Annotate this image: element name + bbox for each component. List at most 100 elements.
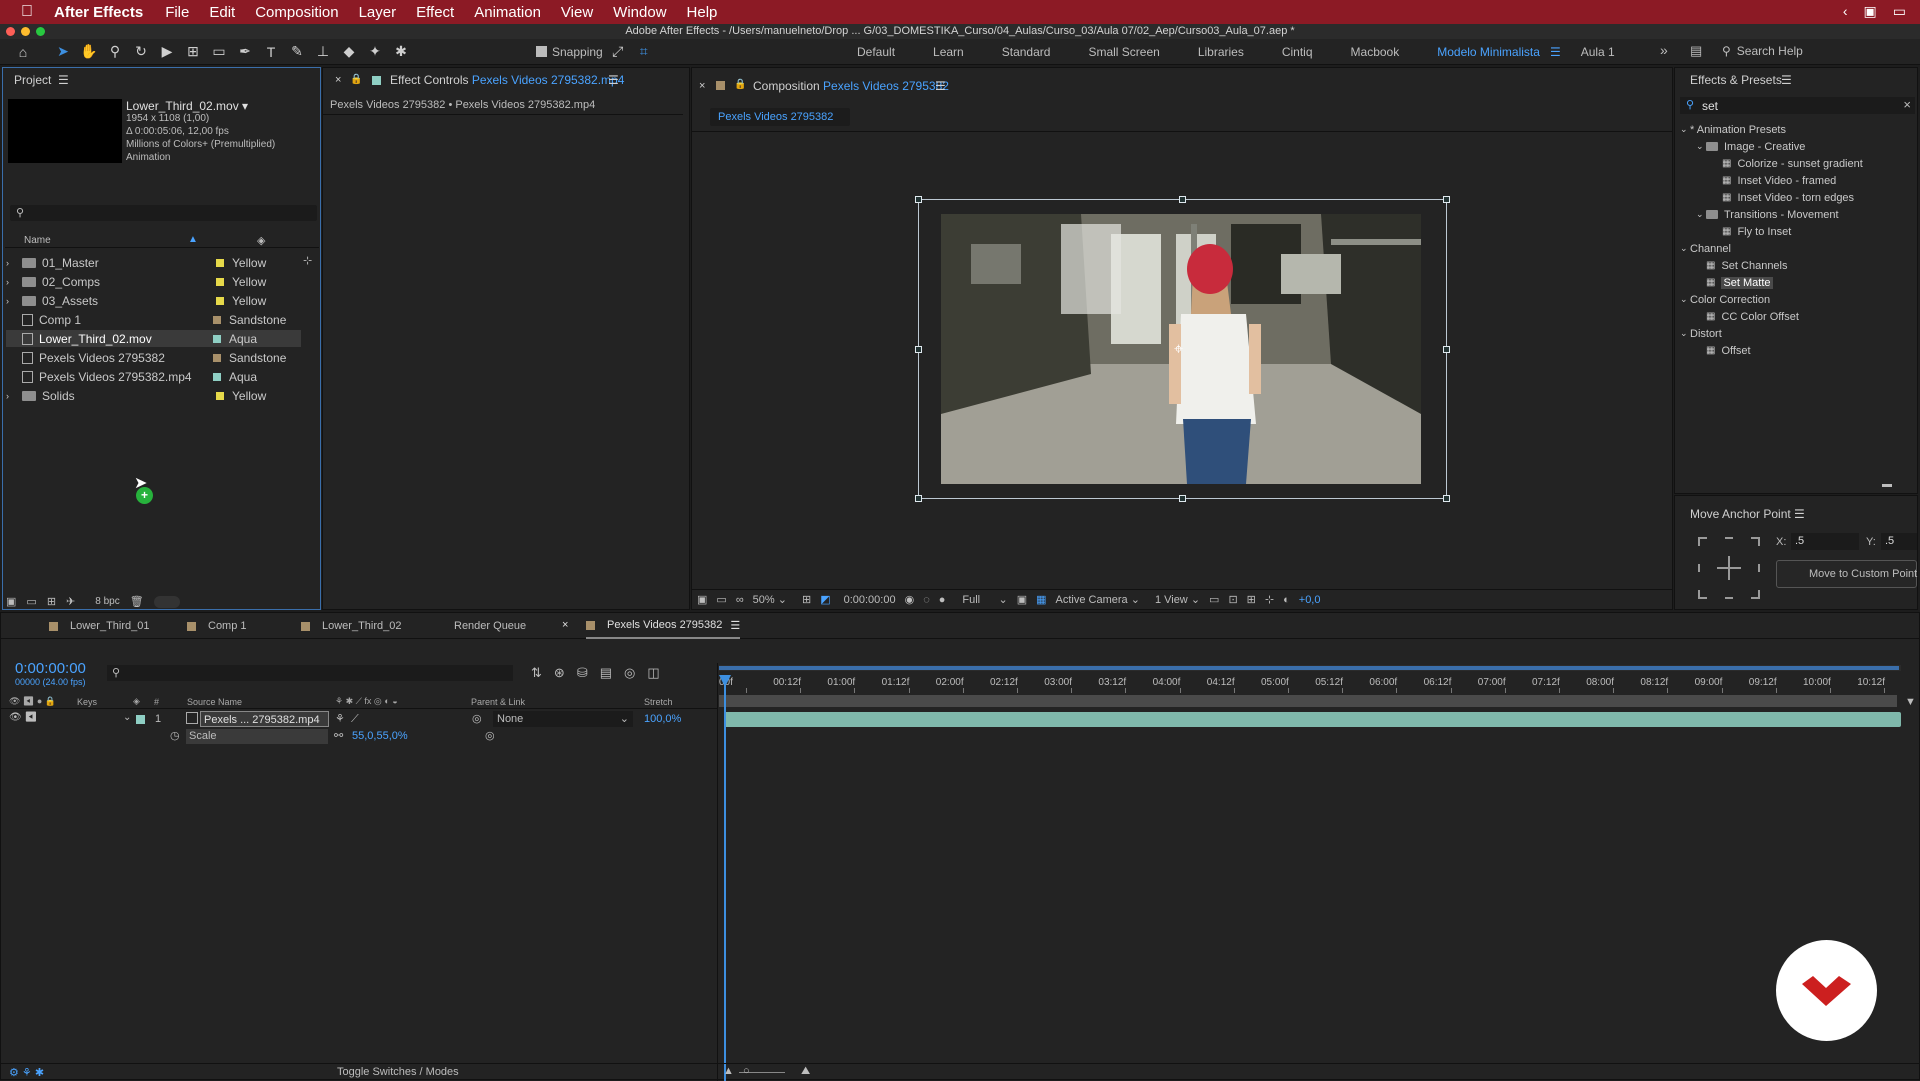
selection-tool-icon[interactable]: ➤ [52, 41, 74, 63]
minimize-window-button[interactable] [21, 27, 30, 36]
transform-handle[interactable] [915, 495, 922, 502]
parent-link-column[interactable]: Parent & Link [471, 697, 525, 707]
camera-tool-icon[interactable]: ▶ [156, 41, 178, 63]
zoom-window-button[interactable] [36, 27, 45, 36]
property-pickwhip-icon[interactable]: ◎ [485, 729, 495, 742]
hand-tool-icon[interactable]: ✋ [78, 41, 100, 63]
menu-view[interactable]: View [551, 4, 603, 21]
layer-label-swatch[interactable] [136, 715, 145, 724]
label-color-swatch[interactable] [216, 391, 224, 400]
effects-tree-item[interactable]: ⌄ Channel [1680, 240, 1731, 257]
snapshot-icon[interactable]: ◉ [905, 593, 915, 606]
monitor-icon[interactable]: ▭ [1893, 3, 1906, 20]
number-column[interactable]: # [154, 697, 159, 707]
effects-tree-item[interactable]: ▦ Colorize - sunset gradient [1712, 155, 1863, 172]
move-anchor-tab[interactable]: Move Anchor Point [1690, 507, 1791, 521]
toggle-pixel-aspect-icon[interactable]: ▭ [1209, 593, 1219, 606]
zoom-tool-icon[interactable]: ⚲ [104, 41, 126, 63]
lock-icon[interactable]: 🔒 [734, 79, 746, 90]
clip-bar[interactable] [724, 712, 1901, 727]
project-item[interactable]: › 03_Assets Yellow [6, 292, 301, 309]
expand-arrow-icon[interactable]: › [6, 277, 22, 287]
new-comp-icon[interactable]: ⊞ [47, 595, 56, 608]
workspace-modelo-minimalista[interactable]: Modelo Minimalista [1437, 45, 1540, 59]
effects-tree-item[interactable]: ▦ Set Matte [1696, 274, 1773, 291]
effects-tree-item[interactable]: ⌄ * Animation Presets [1680, 121, 1786, 138]
preview-toggle-icon[interactable]: ▣ [697, 593, 707, 606]
composition-tab[interactable]: Composition Pexels Videos 2795382 [753, 79, 949, 93]
label-color-swatch[interactable] [213, 334, 221, 343]
work-area-bar[interactable] [719, 665, 1901, 671]
work-area-range[interactable] [719, 666, 1899, 670]
flowchart-icon[interactable]: ⊹ [1265, 593, 1274, 606]
project-item[interactable]: › Solids Yellow [6, 387, 301, 404]
layer-switch-icon[interactable]: ⚘ ⟋ [335, 712, 359, 726]
label-color-swatch[interactable] [216, 277, 224, 286]
clear-search-icon[interactable]: × [1903, 97, 1911, 112]
label-color-swatch[interactable] [213, 315, 221, 324]
motion-blur-icon[interactable]: ◎ [624, 665, 635, 681]
resolution-dropdown[interactable]: Full ⌄ [962, 593, 1007, 606]
layer-controls-icon[interactable]: ⚙ ⚘ ✱ [9, 1066, 44, 1079]
effects-tree-item[interactable]: ⌄ Color Correction [1680, 291, 1770, 308]
new-preset-icon[interactable]: ▬ [1882, 479, 1892, 490]
label-tag-icon[interactable]: ◈ [133, 696, 140, 707]
checkbox-icon[interactable] [536, 46, 547, 57]
effects-search-input[interactable]: ⚲ set × [1680, 97, 1915, 114]
interpret-footage-icon[interactable]: ▣ [6, 595, 16, 608]
parent-dropdown[interactable]: None ⌄ [493, 711, 633, 727]
mask-visibility-icon[interactable]: ◩ [820, 593, 830, 606]
menu-window[interactable]: Window [603, 4, 676, 21]
constrain-proportions-icon[interactable]: ⚯ [334, 729, 343, 742]
timeline-tab[interactable]: Pexels Videos 2795382 ☰ × [562, 613, 741, 639]
y-input[interactable]: .5 [1881, 533, 1917, 550]
chevron-down-icon[interactable]: ⌄ [1680, 328, 1690, 339]
workspace-libraries[interactable]: Libraries [1198, 45, 1244, 59]
bpc-label[interactable]: 8 bpc [95, 596, 119, 607]
close-window-button[interactable] [6, 27, 15, 36]
stretch-column[interactable]: Stretch [644, 697, 673, 707]
apple-icon[interactable]:  [0, 3, 54, 21]
screen-icon[interactable]: ▣ [1864, 3, 1877, 20]
parent-pickwhip-icon[interactable]: ◎ [472, 712, 482, 725]
source-name-column[interactable]: Source Name [187, 697, 242, 707]
transform-handle[interactable] [1179, 196, 1186, 203]
effects-tree-item[interactable]: ▦ Inset Video - framed [1712, 172, 1836, 189]
pen-tool-icon[interactable]: ✒ [234, 41, 256, 63]
workspace-learn[interactable]: Learn [933, 45, 964, 59]
trash-icon[interactable]: 🗑 [130, 595, 144, 608]
view-layout-dropdown[interactable]: 1 View ⌄ [1155, 593, 1200, 606]
menu-composition[interactable]: Composition [245, 4, 348, 21]
timeline-tab[interactable]: Lower_Third_01 [49, 613, 150, 639]
expand-arrow-icon[interactable]: › [6, 296, 22, 306]
effects-tree-item[interactable]: ▦ Set Channels [1696, 257, 1788, 274]
name-column-header[interactable]: Name [24, 235, 51, 246]
timeline-tab[interactable]: Lower_Third_02 [301, 613, 402, 639]
expand-arrow-icon[interactable]: › [6, 258, 22, 268]
expand-arrow-icon[interactable]: › [6, 391, 22, 401]
label-tag-icon[interactable]: ◈ [257, 234, 265, 247]
menu-edit[interactable]: Edit [199, 4, 245, 21]
transform-handle[interactable] [915, 346, 922, 353]
stretch-value[interactable]: 100,0% [644, 713, 681, 725]
effects-tree-item[interactable]: ⌄ Transitions - Movement [1696, 206, 1839, 223]
exposure-value[interactable]: +0,0 [1299, 594, 1321, 606]
timeline-icon[interactable]: ⊞ [1247, 593, 1256, 606]
channels-icon[interactable]: ● [939, 594, 946, 606]
rotate-tool-icon[interactable]: ↻ [130, 41, 152, 63]
project-item[interactable]: › 02_Comps Yellow [6, 273, 301, 290]
rectangle-tool-icon[interactable]: ▭ [208, 41, 230, 63]
menu-layer[interactable]: Layer [349, 4, 407, 21]
monitor-icon[interactable]: ▭ [716, 593, 726, 606]
stopwatch-icon[interactable]: ◷ [170, 729, 180, 742]
panel-menu-icon[interactable]: ☰ [1794, 507, 1805, 521]
comp-breadcrumb[interactable]: Pexels Videos 2795382 [710, 108, 850, 126]
transform-handle[interactable] [915, 196, 922, 203]
workspace-cintiq[interactable]: Cintiq [1282, 45, 1313, 59]
move-to-custom-point-button[interactable]: Move to Custom Point [1776, 560, 1917, 588]
zoom-slider-thumb[interactable]: ○ [743, 1065, 750, 1077]
project-item[interactable]: Lower_Third_02.mov Aqua [6, 330, 301, 347]
graph-editor-icon[interactable]: ◫ [647, 665, 659, 681]
lock-icon[interactable]: 🔒 [350, 74, 362, 85]
chevron-down-icon[interactable]: ⌄ [1680, 243, 1690, 254]
